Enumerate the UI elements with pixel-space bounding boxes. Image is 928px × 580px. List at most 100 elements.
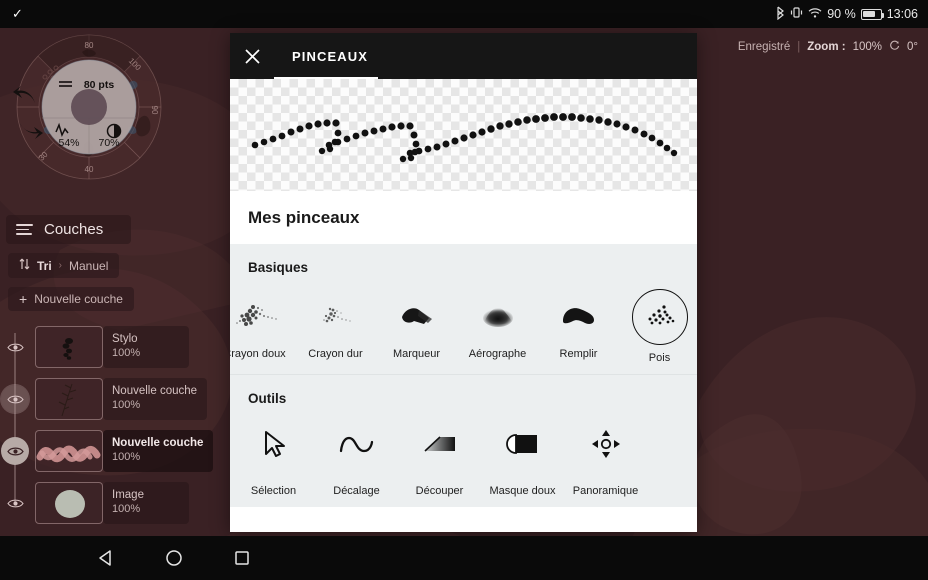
layer-visibility-toggle[interactable] (1, 437, 29, 465)
wave-icon (326, 420, 388, 468)
svg-text:70%: 70% (98, 137, 119, 149)
new-layer-label: Nouvelle couche (34, 292, 123, 306)
document-info-bar: Enregistré | Zoom : 100% 0° (738, 40, 918, 54)
hamburger-icon[interactable] (16, 222, 33, 237)
home-circle-icon[interactable] (140, 536, 208, 580)
modal-header: PINCEAUX (230, 33, 697, 79)
brush-label: Pois (648, 352, 671, 364)
brush-label: Marqueur (392, 348, 441, 360)
layer-list: Stylo 100% Nouvelle couche 100% Nouvelle… (0, 323, 215, 527)
rotation-value[interactable]: 0° (907, 41, 918, 53)
close-icon[interactable] (230, 33, 274, 79)
brush-label: Crayon dur (308, 348, 363, 360)
brush-item-marqueur[interactable]: Marqueur (376, 283, 457, 364)
plus-icon: + (19, 291, 28, 307)
brushes-modal[interactable]: PINCEAUX Mes pinceaux Basiques rayon dou… (230, 33, 697, 532)
zoom-value[interactable]: 100% (853, 41, 882, 53)
layer-meta[interactable]: Nouvelle couche 100% (103, 430, 214, 472)
svg-text:40: 40 (85, 165, 94, 174)
hard-pencil-icon (305, 289, 367, 341)
table-row[interactable]: Stylo 100% (0, 323, 215, 371)
status-indicators: 90 % 13:06 (776, 6, 918, 23)
tool-item-selection[interactable]: Sélection (232, 414, 315, 497)
tool-label: Décalage (333, 485, 380, 497)
section-title: Basiques (248, 260, 309, 275)
clock: 13:06 (886, 7, 918, 21)
tab-pinceaux[interactable]: PINCEAUX (292, 33, 384, 79)
layer-opacity: 100% (112, 346, 141, 359)
tool-label: Masque doux (489, 485, 556, 497)
layer-visibility-toggle[interactable] (1, 333, 29, 361)
layer-thumbnail[interactable] (35, 430, 103, 472)
layer-thumbnail[interactable] (35, 482, 103, 524)
layers-header[interactable]: Couches (6, 215, 131, 244)
wifi-icon (808, 7, 822, 22)
status-bar: ✓ 90 % 13:06 (0, 0, 928, 28)
layer-meta[interactable]: Stylo 100% (103, 326, 189, 368)
soft-pencil-icon (230, 289, 286, 341)
layer-meta[interactable]: Image 100% (103, 482, 189, 524)
info-separator: | (797, 41, 801, 53)
layers-panel[interactable]: Couches Tri › Manuel + Nouvelle couche S… (0, 215, 215, 531)
table-row[interactable]: Nouvelle couche 100% (0, 427, 215, 475)
vibrate-icon (790, 6, 803, 22)
layer-thumbnail[interactable] (35, 326, 103, 368)
bluetooth-icon (776, 6, 785, 23)
layer-thumbnail[interactable] (35, 378, 103, 420)
fill-icon (548, 289, 610, 341)
table-row[interactable]: Image 100% (0, 479, 215, 527)
brush-item-pois[interactable]: Pois (619, 283, 697, 364)
brush-label: Crayon doux (230, 348, 286, 360)
marker-icon (386, 289, 448, 341)
undo-arrow-icon[interactable] (12, 85, 38, 113)
brush-item-crayon-doux[interactable]: Crayon doux (230, 283, 295, 364)
battery-icon (860, 8, 885, 20)
dots-icon (631, 289, 688, 345)
tool-item-panoramique[interactable]: Panoramique (564, 414, 647, 497)
sort-control[interactable]: Tri › Manuel (8, 253, 120, 278)
soft-mask-icon (492, 420, 554, 468)
airbrush-icon (467, 289, 529, 341)
tool-item-decouper[interactable]: Découper (398, 414, 481, 497)
tools-grid: Sélection Décalage Découper Masque doux … (230, 414, 697, 497)
redo-arrow-icon[interactable] (18, 118, 44, 146)
svg-text:80 pts: 80 pts (84, 79, 115, 91)
section-outils: Outils Sélection Décalage Découper Masqu… (230, 374, 697, 507)
rotate-icon (889, 40, 900, 54)
brush-grid: Crayon doux (230, 283, 697, 364)
svg-text:90: 90 (150, 106, 159, 115)
back-triangle-icon[interactable] (72, 536, 140, 580)
modal-scroll-area[interactable]: Mes pinceaux Basiques rayon doux Crayon … (230, 191, 697, 532)
saved-status: Enregistré (737, 41, 791, 53)
chevron-right-icon: › (58, 260, 63, 271)
layer-name: Nouvelle couche (112, 437, 204, 450)
tool-label: Panoramique (572, 485, 639, 497)
section-title: Outils (248, 391, 287, 406)
brush-item-remplir[interactable]: Remplir (538, 283, 619, 364)
android-nav-bar (0, 536, 928, 580)
layer-visibility-toggle[interactable] (1, 489, 29, 517)
sort-icon (19, 258, 30, 273)
brush-label: Remplir (559, 348, 598, 360)
tool-item-decalage[interactable]: Décalage (315, 414, 398, 497)
tool-label: Découper (415, 485, 464, 497)
recents-square-icon[interactable] (208, 536, 276, 580)
zoom-label: Zoom : (807, 41, 846, 53)
cursor-icon (243, 420, 305, 468)
layer-meta[interactable]: Nouvelle couche 100% (103, 378, 208, 420)
brush-stroke-preview (230, 79, 697, 191)
layer-visibility-toggle[interactable] (1, 385, 29, 413)
new-layer-button[interactable]: + Nouvelle couche (8, 287, 134, 311)
pan-arrows-icon (575, 420, 637, 468)
svg-text:80: 80 (85, 41, 94, 50)
tool-label: Sélection (250, 485, 297, 497)
sort-value: Manuel (69, 258, 109, 273)
brush-item-aerographe[interactable]: Aérographe (457, 283, 538, 364)
layer-opacity: 100% (112, 398, 141, 411)
brush-item-crayon-dur[interactable]: Crayon dur (295, 283, 376, 364)
tool-item-masque-doux[interactable]: Masque doux (481, 414, 564, 497)
layer-name: Image (112, 489, 144, 502)
table-row[interactable]: Nouvelle couche 100% (0, 375, 215, 423)
check-icon: ✓ (12, 6, 23, 21)
svg-text:54%: 54% (58, 137, 79, 149)
